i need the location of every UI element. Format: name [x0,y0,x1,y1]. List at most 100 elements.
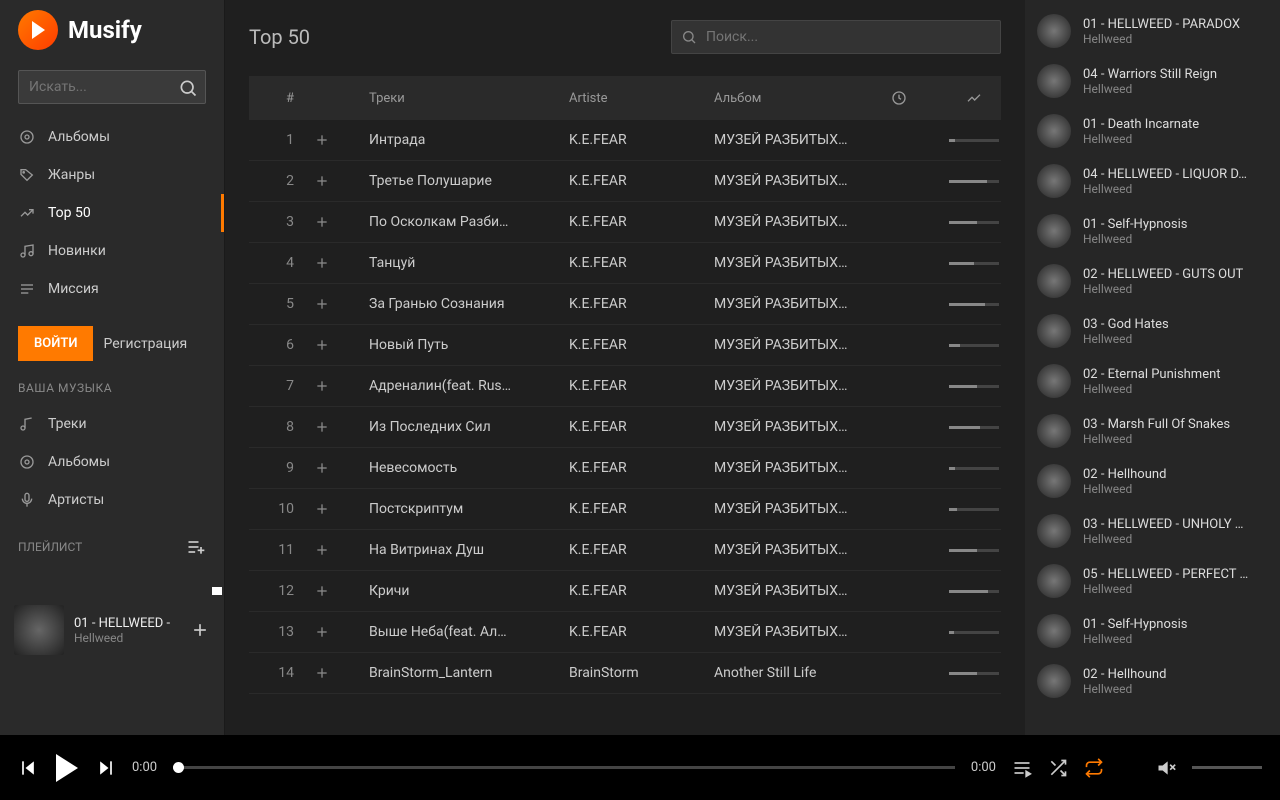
track-album: МУЗЕЙ РАЗБИТЫХ … [704,419,859,435]
queue-artist: Hellweed [1083,682,1268,696]
search-icon[interactable] [178,78,198,98]
play-button[interactable] [56,754,78,782]
mute-icon[interactable] [1156,758,1176,778]
queue-item[interactable]: 03 - God HatesHellweed [1029,306,1276,356]
queue-item[interactable]: 03 - HELLWEED - UNHOLY …Hellweed [1029,506,1276,556]
queue-item[interactable]: 01 - Self-HypnosisHellweed [1029,206,1276,256]
add-track-icon[interactable] [304,542,359,558]
add-track-icon[interactable] [304,296,359,312]
queue-artist: Hellweed [1083,82,1268,96]
add-track-icon[interactable] [304,583,359,599]
track-popularity [939,508,1009,511]
add-track-icon[interactable] [304,665,359,681]
track-album: МУЗЕЙ РАЗБИТЫХ … [704,255,859,271]
add-track-icon[interactable] [304,337,359,353]
table-row[interactable]: 14BrainStorm_LanternBrainStormAnother St… [249,653,1001,694]
volume-slider[interactable] [1192,766,1262,769]
queue-item[interactable]: 02 - Eternal PunishmentHellweed [1029,356,1276,406]
logo[interactable]: Musify [0,10,224,64]
table-row[interactable]: 12КричиK.E.FEARМУЗЕЙ РАЗБИТЫХ … [249,571,1001,612]
queue-title: 01 - Self-Hypnosis [1083,217,1268,232]
play-queue: 01 - HELLWEED - PARADOXHellweed04 - Warr… [1025,0,1280,735]
table-row[interactable]: 4ТанцуйK.E.FEARМУЗЕЙ РАЗБИТЫХ … [249,243,1001,284]
library-item-артисты[interactable]: Артисты [0,481,224,519]
main-search-input[interactable] [671,20,1001,54]
queue-artist: Hellweed [1083,182,1268,196]
track-name: Новый Путь [359,337,559,353]
queue-item[interactable]: 05 - HELLWEED - PERFECT …Hellweed [1029,556,1276,606]
table-row[interactable]: 13Выше Неба(feat. Ал…K.E.FEARМУЗЕЙ РАЗБИ… [249,612,1001,653]
queue-item[interactable]: 04 - HELLWEED - LIQUOR D…Hellweed [1029,156,1276,206]
track-index: 7 [249,378,304,394]
library-item-альбомы[interactable]: Альбомы [0,443,224,481]
nav-item-жанры[interactable]: Жанры [0,156,224,194]
track-album: Another Still Life [704,665,859,681]
track-name: Танцуй [359,255,559,271]
add-playlist-icon[interactable] [186,537,206,557]
table-row[interactable]: 11На Витринах ДушK.E.FEARМУЗЕЙ РАЗБИТЫХ … [249,530,1001,571]
queue-art [1037,164,1071,198]
col-popularity[interactable] [939,90,1009,106]
table-row[interactable]: 10ПостскриптумK.E.FEARМУЗЕЙ РАЗБИТЫХ … [249,489,1001,530]
queue-item[interactable]: 04 - Warriors Still ReignHellweed [1029,56,1276,106]
col-album[interactable]: Альбом [704,91,859,106]
add-track-icon[interactable] [304,214,359,230]
table-row[interactable]: 1ИнтрадаK.E.FEARМУЗЕЙ РАЗБИТЫХ … [249,120,1001,161]
queue-title: 02 - HELLWEED - GUTS OUT [1083,267,1268,282]
queue-item[interactable]: 01 - HELLWEED - PARADOXHellweed [1029,6,1276,56]
add-track-icon[interactable] [304,624,359,640]
add-track-icon[interactable] [304,255,359,271]
register-link[interactable]: Регистрация [103,336,187,352]
table-row[interactable]: 9НевесомостьK.E.FEARМУЗЕЙ РАЗБИТЫХ … [249,448,1001,489]
progress-bar[interactable] [173,766,955,769]
table-row[interactable]: 2Третье ПолушариеK.E.FEARМУЗЕЙ РАЗБИТЫХ … [249,161,1001,202]
queue-artist: Hellweed [1083,332,1268,346]
login-button[interactable]: ВОЙТИ [18,326,93,361]
next-button[interactable] [96,758,116,778]
add-track-icon[interactable] [304,501,359,517]
nav-item-миссия[interactable]: Миссия [0,270,224,308]
library-nav: ТрекиАльбомыАртисты [0,405,224,519]
queue-item[interactable]: 02 - HellhoundHellweed [1029,456,1276,506]
progress-handle[interactable] [173,762,184,773]
queue-item[interactable]: 01 - Self-HypnosisHellweed [1029,606,1276,656]
nav-item-альбомы[interactable]: Альбомы [0,118,224,156]
sidebar-scrollbar[interactable] [212,587,222,595]
col-artist[interactable]: Artiste [559,91,704,106]
add-track-icon[interactable] [304,419,359,435]
add-track-icon[interactable] [304,132,359,148]
track-index: 6 [249,337,304,353]
queue-item[interactable]: 02 - HellhoundHellweed [1029,656,1276,706]
add-icon[interactable] [190,620,210,640]
nav-item-top-50[interactable]: Top 50 [0,194,224,232]
queue-item[interactable]: 01 - Death IncarnateHellweed [1029,106,1276,156]
add-track-icon[interactable] [304,460,359,476]
col-track[interactable]: Треки [359,91,559,106]
tag-icon [18,166,36,184]
note-icon [18,415,36,433]
table-row[interactable]: 8Из Последних СилK.E.FEARМУЗЕЙ РАЗБИТЫХ … [249,407,1001,448]
track-album: МУЗЕЙ РАЗБИТЫХ … [704,542,859,558]
track-popularity [939,590,1009,593]
queue-title: 02 - Hellhound [1083,667,1268,682]
shuffle-icon[interactable] [1048,758,1068,778]
now-playing-mini[interactable]: 01 - HELLWEED - Hellweed [0,595,224,665]
nav-item-новинки[interactable]: Новинки [0,232,224,270]
prev-button[interactable] [18,758,38,778]
table-row[interactable]: 6Новый ПутьK.E.FEARМУЗЕЙ РАЗБИТЫХ … [249,325,1001,366]
track-artist: K.E.FEAR [559,255,704,271]
library-item-треки[interactable]: Треки [0,405,224,443]
queue-item[interactable]: 03 - Marsh Full Of SnakesHellweed [1029,406,1276,456]
queue-icon[interactable] [1012,758,1032,778]
add-track-icon[interactable] [304,378,359,394]
track-artist: K.E.FEAR [559,542,704,558]
table-row[interactable]: 5За Гранью СознанияK.E.FEARМУЗЕЙ РАЗБИТЫ… [249,284,1001,325]
table-row[interactable]: 7Адреналин(feat. Rus…K.E.FEARМУЗЕЙ РАЗБИ… [249,366,1001,407]
queue-item[interactable]: 02 - HELLWEED - GUTS OUTHellweed [1029,256,1276,306]
table-row[interactable]: 3По Осколкам Разби…K.E.FEARМУЗЕЙ РАЗБИТЫ… [249,202,1001,243]
player-bar: 0:00 0:00 [0,735,1280,800]
col-duration[interactable] [859,90,939,106]
table-header: # Треки Artiste Альбом [249,76,1001,120]
repeat-icon[interactable] [1084,758,1104,778]
add-track-icon[interactable] [304,173,359,189]
